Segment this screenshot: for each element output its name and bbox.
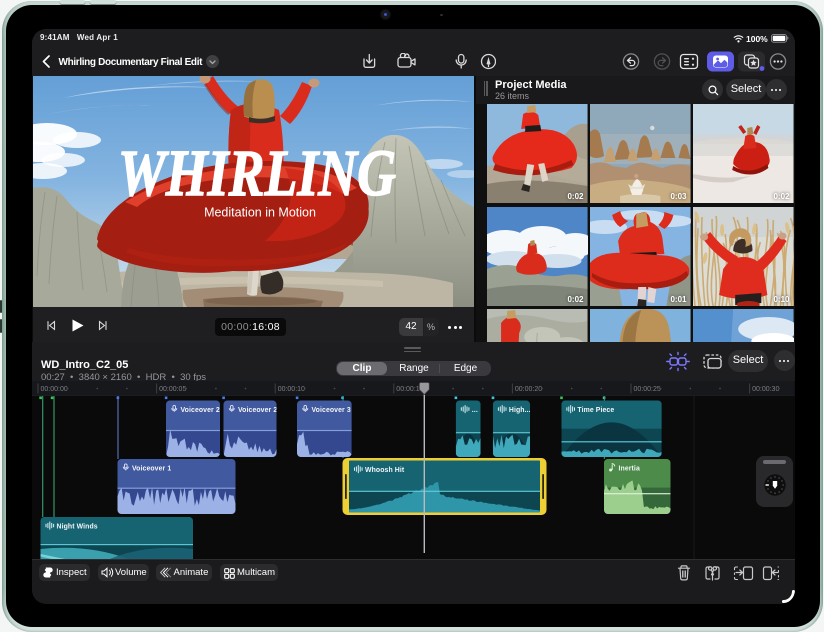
svg-text:WHIRLING: WHIRLING	[118, 137, 396, 210]
svg-text:Inertia: Inertia	[619, 466, 640, 473]
svg-text:Voiceover 2: Voiceover 2	[238, 407, 277, 414]
svg-text:Night Winds: Night Winds	[57, 524, 98, 531]
svg-text:...: ...	[472, 407, 478, 414]
svg-text:00:00:25: 00:00:25	[634, 386, 661, 393]
svg-text:Voiceover 1: Voiceover 1	[132, 466, 171, 473]
svg-text:100%: 100%	[746, 34, 768, 44]
svg-text:High...: High...	[509, 407, 531, 414]
svg-text:Voiceover 3: Voiceover 3	[312, 407, 351, 414]
svg-text:00:00:20: 00:00:20	[515, 386, 542, 393]
svg-text:00:00:05: 00:00:05	[159, 386, 186, 393]
svg-text:00:00:00: 00:00:00	[41, 386, 68, 393]
svg-text:Meditation in Motion: Meditation in Motion	[204, 206, 316, 220]
svg-text:Time Piece: Time Piece	[577, 407, 614, 414]
svg-text:00:00:30: 00:00:30	[752, 386, 779, 393]
svg-text:00:00:10: 00:00:10	[278, 386, 305, 393]
svg-text:Whoosh Hit: Whoosh Hit	[365, 467, 405, 474]
svg-text:Voiceover 2: Voiceover 2	[181, 407, 220, 414]
